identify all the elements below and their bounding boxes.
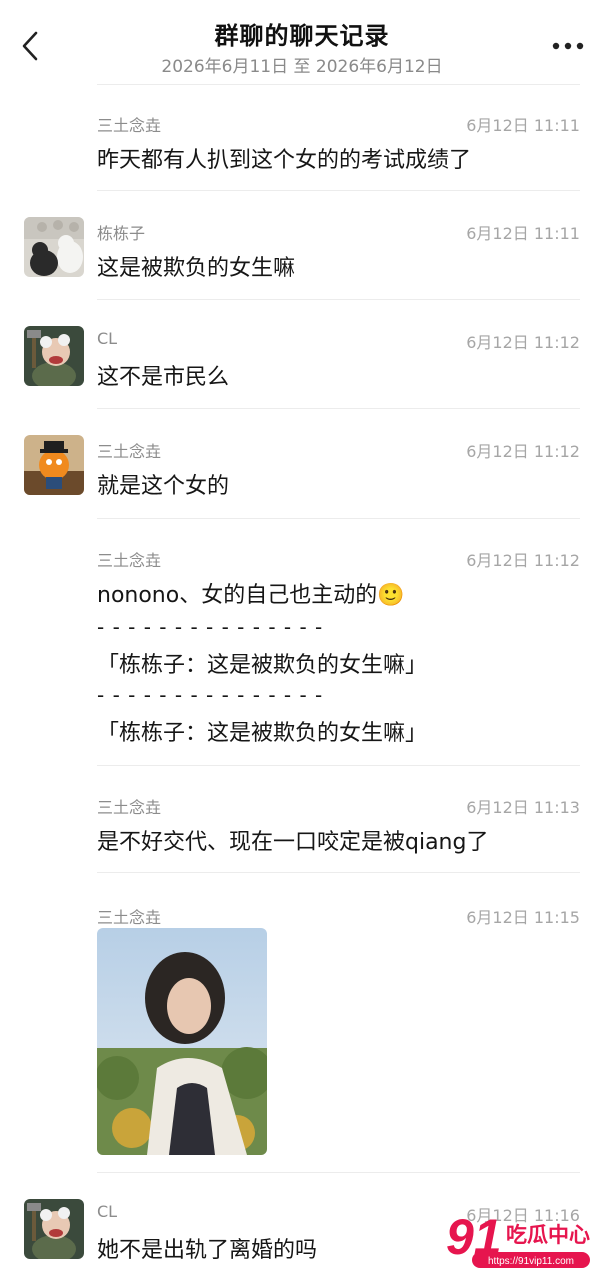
- brand-url: https://91vip11.com: [488, 1256, 574, 1267]
- cat-avatar-icon: [24, 217, 84, 277]
- divider: [97, 408, 580, 409]
- message-time: 6月12日 11:13: [466, 798, 580, 817]
- cartoon-avatar-icon: [24, 326, 84, 386]
- sender-name: CL: [97, 329, 118, 348]
- image-message[interactable]: [97, 928, 267, 1155]
- photo-icon: [97, 928, 267, 1155]
- more-button[interactable]: [548, 28, 588, 64]
- figurine-avatar-icon: [24, 435, 84, 495]
- message-item[interactable]: 三土念垚 6月12日 11:11 昨天都有人扒到这个女的的考试成绩了: [0, 100, 604, 190]
- message-item[interactable]: 三土念垚 6月12日 11:15: [0, 892, 604, 1172]
- page-title: 群聊的聊天记录: [214, 22, 390, 50]
- brand-logo-icon: 91 吃瓜中心 https://91vip11.com: [446, 1209, 590, 1268]
- message-time: 6月12日 11:15: [466, 908, 580, 927]
- message-item[interactable]: 栋栋子 6月12日 11:11 这是被欺负的女生嘛: [0, 208, 604, 298]
- divider: [97, 190, 580, 191]
- quote-separator: - - - - - - - - - - - - - - -: [97, 683, 324, 707]
- message-time: 6月12日 11:11: [466, 224, 580, 243]
- sender-name: 三土念垚: [97, 908, 162, 927]
- divider: [97, 84, 580, 85]
- sender-name: 三土念垚: [97, 442, 162, 461]
- message-text: 她不是出轨了离婚的吗: [97, 1238, 318, 1263]
- divider: [97, 1172, 580, 1173]
- watermark-logo: 91 吃瓜中心 https://91vip11.com: [444, 1202, 594, 1272]
- message-item[interactable]: 三土念垚 6月12日 11:12 nonono、女的自己也主动的🙂 - - - …: [0, 535, 604, 765]
- more-dots-icon: [552, 42, 584, 50]
- avatar[interactable]: [24, 326, 84, 386]
- sender-name: CL: [97, 1202, 118, 1221]
- message-item[interactable]: 三土念垚 6月12日 11:13 是不好交代、现在一口咬定是被qiang了: [0, 782, 604, 872]
- message-text: 就是这个女的: [97, 474, 230, 499]
- message-text: 这是被欺负的女生嘛: [97, 256, 296, 281]
- avatar[interactable]: [24, 435, 84, 495]
- cartoon-avatar-icon: [24, 1199, 84, 1259]
- message-text: nonono、女的自己也主动的🙂: [97, 577, 405, 609]
- message-time: 6月12日 11:11: [466, 116, 580, 135]
- sender-name: 三土念垚: [97, 798, 162, 817]
- message-time: 6月12日 11:12: [466, 333, 580, 352]
- divider: [97, 872, 580, 873]
- sender-name: 三土念垚: [97, 551, 162, 570]
- divider: [97, 299, 580, 300]
- message-time: 6月12日 11:12: [466, 551, 580, 570]
- header-bar: 群聊的聊天记录 2026年6月11日 至 2026年6月12日: [0, 0, 604, 84]
- sender-name: 三土念垚: [97, 116, 162, 135]
- message-text: 是不好交代、现在一口咬定是被qiang了: [97, 830, 489, 855]
- divider: [97, 765, 580, 766]
- divider: [97, 518, 580, 519]
- quoted-message[interactable]: 「栋栋子：这是被欺负的女生嘛」: [97, 647, 427, 679]
- smile-emoji-icon: 🙂: [377, 583, 405, 608]
- message-text: 昨天都有人扒到这个女的的考试成绩了: [97, 148, 472, 173]
- message-item[interactable]: 三土念垚 6月12日 11:12 就是这个女的: [0, 426, 604, 516]
- date-range: 2026年6月11日 至 2026年6月12日: [161, 57, 443, 77]
- avatar[interactable]: [24, 217, 84, 277]
- message-time: 6月12日 11:12: [466, 442, 580, 461]
- brand-name: 吃瓜中心: [506, 1223, 590, 1247]
- sender-name: 栋栋子: [97, 224, 146, 243]
- quoted-message[interactable]: 「栋栋子：这是被欺负的女生嘛」: [97, 715, 427, 747]
- message-text: 这不是市民么: [97, 365, 230, 390]
- quote-separator: - - - - - - - - - - - - - - -: [97, 615, 324, 639]
- avatar[interactable]: [24, 1199, 84, 1259]
- message-body: nonono、女的自己也主动的: [97, 583, 378, 608]
- message-item[interactable]: CL 6月12日 11:12 这不是市民么: [0, 317, 604, 407]
